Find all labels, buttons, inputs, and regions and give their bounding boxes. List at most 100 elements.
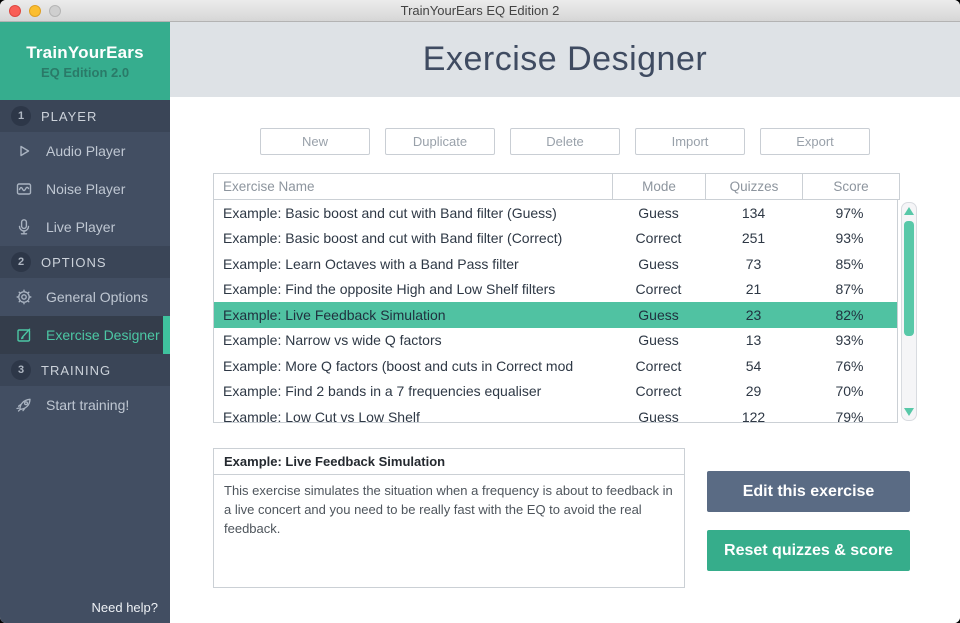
- export-button[interactable]: Export: [760, 128, 870, 155]
- section-number-badge: 2: [11, 252, 31, 272]
- column-header-quizzes: Quizzes: [705, 174, 802, 199]
- cell-mode: Guess: [612, 205, 705, 221]
- sidebar-item-label: Start training!: [46, 397, 129, 413]
- microphone-icon: [13, 217, 35, 237]
- import-button[interactable]: Import: [635, 128, 745, 155]
- table-row[interactable]: Example: Basic boost and cut with Band f…: [214, 226, 897, 252]
- cell-mode: Correct: [612, 383, 705, 399]
- column-header-score: Score: [802, 174, 899, 199]
- cell-name: Example: Narrow vs wide Q factors: [214, 332, 612, 348]
- table-row[interactable]: Example: More Q factors (boost and cuts …: [214, 353, 897, 379]
- cell-score: 82%: [802, 307, 897, 323]
- cell-name: Example: More Q factors (boost and cuts …: [214, 358, 612, 374]
- cell-name: Example: Find 2 bands in a 7 frequencies…: [214, 383, 612, 399]
- cell-name: Example: Basic boost and cut with Band f…: [214, 205, 612, 221]
- cell-score: 93%: [802, 230, 897, 246]
- scrollbar-thumb[interactable]: [904, 221, 914, 336]
- exercise-table: Example: Basic boost and cut with Band f…: [213, 200, 898, 423]
- zoom-window-button[interactable]: [49, 5, 61, 17]
- cell-quizzes: 29: [705, 383, 802, 399]
- sidebar-item-label: Exercise Designer: [46, 327, 160, 343]
- scroll-up-arrow-icon[interactable]: [904, 207, 914, 215]
- cell-name: Example: Learn Octaves with a Band Pass …: [214, 256, 612, 272]
- table-row[interactable]: Example: Find 2 bands in a 7 frequencies…: [214, 379, 897, 405]
- detail-title: Example: Live Feedback Simulation: [214, 449, 684, 475]
- cell-quizzes: 251: [705, 230, 802, 246]
- cell-mode: Guess: [612, 307, 705, 323]
- reset-quizzes-button[interactable]: Reset quizzes & score: [707, 530, 910, 571]
- play-icon: [13, 141, 35, 161]
- new-button[interactable]: New: [260, 128, 370, 155]
- app-window: TrainYourEars EQ Edition 2 TrainYourEars…: [0, 0, 960, 623]
- cell-quizzes: 134: [705, 205, 802, 221]
- sidebar-item-noise-player[interactable]: Noise Player: [0, 170, 170, 208]
- cell-name: Example: Low Cut vs Low Shelf: [214, 409, 612, 423]
- cell-mode: Correct: [612, 281, 705, 297]
- cell-name: Example: Find the opposite High and Low …: [214, 281, 612, 297]
- logo-subtitle: EQ Edition 2.0: [41, 65, 129, 80]
- table-row-selected[interactable]: Example: Live Feedback Simulation Guess …: [214, 302, 897, 328]
- section-label: PLAYER: [41, 109, 97, 124]
- sidebar-item-label: Audio Player: [46, 143, 125, 159]
- table-header: Exercise Name Mode Quizzes Score: [213, 173, 900, 200]
- cell-mode: Guess: [612, 409, 705, 423]
- cell-score: 85%: [802, 256, 897, 272]
- cell-score: 87%: [802, 281, 897, 297]
- delete-button[interactable]: Delete: [510, 128, 620, 155]
- cell-score: 70%: [802, 383, 897, 399]
- cell-score: 76%: [802, 358, 897, 374]
- cell-name: Example: Live Feedback Simulation: [214, 307, 612, 323]
- cell-quizzes: 73: [705, 256, 802, 272]
- sidebar-item-general-options[interactable]: General Options: [0, 278, 170, 316]
- need-help-link[interactable]: Need help?: [0, 600, 170, 623]
- table-row[interactable]: Example: Find the opposite High and Low …: [214, 277, 897, 303]
- cell-score: 93%: [802, 332, 897, 348]
- section-label: TRAINING: [41, 363, 111, 378]
- gear-icon: [13, 287, 35, 307]
- edit-exercise-button[interactable]: Edit this exercise: [707, 471, 910, 512]
- sidebar-item-label: Noise Player: [46, 181, 125, 197]
- sidebar-item-exercise-designer[interactable]: Exercise Designer: [0, 316, 170, 354]
- exercise-detail-box: Example: Live Feedback Simulation This e…: [213, 448, 685, 588]
- waveform-icon: [13, 179, 35, 199]
- sidebar-item-label: General Options: [46, 289, 148, 305]
- table-row[interactable]: Example: Low Cut vs Low Shelf Guess 122 …: [214, 404, 897, 423]
- main-panel: Exercise Designer New Duplicate Delete I…: [170, 22, 960, 623]
- sidebar-item-live-player[interactable]: Live Player: [0, 208, 170, 246]
- sidebar: TrainYourEars EQ Edition 2.0 1 PLAYER Au…: [0, 22, 170, 623]
- table-row[interactable]: Example: Basic boost and cut with Band f…: [214, 200, 897, 226]
- cell-mode: Guess: [612, 256, 705, 272]
- cell-mode: Guess: [612, 332, 705, 348]
- cell-score: 79%: [802, 409, 897, 423]
- logo-title: TrainYourEars: [26, 43, 144, 63]
- edit-icon: [13, 325, 35, 345]
- sidebar-section-player: 1 PLAYER: [0, 100, 170, 132]
- sidebar-item-start-training[interactable]: Start training!: [0, 386, 170, 424]
- table-scrollbar[interactable]: [901, 202, 917, 421]
- close-window-button[interactable]: [9, 5, 21, 17]
- cell-quizzes: 122: [705, 409, 802, 423]
- rocket-icon: [13, 395, 35, 415]
- sidebar-item-audio-player[interactable]: Audio Player: [0, 132, 170, 170]
- duplicate-button[interactable]: Duplicate: [385, 128, 495, 155]
- scroll-down-arrow-icon[interactable]: [904, 408, 914, 416]
- sidebar-section-options: 2 OPTIONS: [0, 246, 170, 278]
- minimize-window-button[interactable]: [29, 5, 41, 17]
- table-row[interactable]: Example: Narrow vs wide Q factors Guess …: [214, 328, 897, 354]
- page-title: Exercise Designer: [423, 40, 707, 79]
- cell-score: 97%: [802, 205, 897, 221]
- sidebar-section-training: 3 TRAINING: [0, 354, 170, 386]
- column-header-name: Exercise Name: [214, 174, 612, 199]
- cell-quizzes: 54: [705, 358, 802, 374]
- section-number-badge: 1: [11, 106, 31, 126]
- window-title: TrainYourEars EQ Edition 2: [401, 3, 560, 18]
- table-row[interactable]: Example: Learn Octaves with a Band Pass …: [214, 251, 897, 277]
- sidebar-item-label: Live Player: [46, 219, 115, 235]
- detail-description: This exercise simulates the situation wh…: [214, 475, 684, 546]
- cell-quizzes: 13: [705, 332, 802, 348]
- cell-name: Example: Basic boost and cut with Band f…: [214, 230, 612, 246]
- column-header-mode: Mode: [612, 174, 705, 199]
- cell-mode: Correct: [612, 358, 705, 374]
- cell-quizzes: 21: [705, 281, 802, 297]
- page-header: Exercise Designer: [170, 22, 960, 97]
